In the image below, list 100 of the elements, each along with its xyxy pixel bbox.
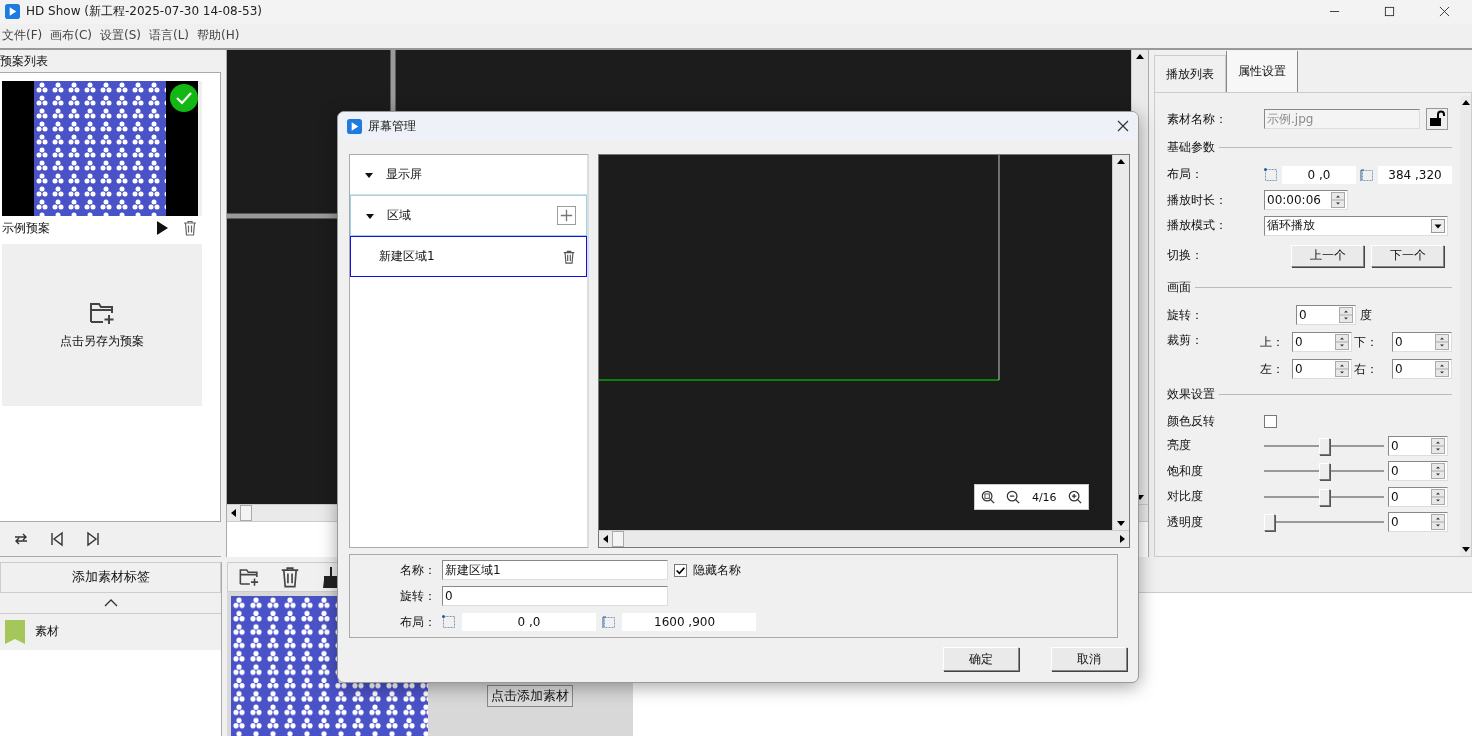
tag-label: 素材 xyxy=(35,623,59,641)
spin-arrows-icon[interactable] xyxy=(1435,361,1449,378)
position-field[interactable]: 0 ,0 xyxy=(1282,165,1356,184)
field-label: 旋转： xyxy=(1167,306,1204,324)
field-label: 素材名称： xyxy=(1167,110,1228,128)
field-label: 切换： xyxy=(1167,247,1204,265)
dialog-title: 屏幕管理 xyxy=(368,117,416,135)
spin-arrows-icon[interactable] xyxy=(1431,488,1445,505)
field-label: 播放时长： xyxy=(1167,191,1228,209)
repeat-icon[interactable] xyxy=(13,531,29,547)
checkbox-label: 隐藏名称 xyxy=(693,561,741,579)
field-label: 饱和度 xyxy=(1167,462,1204,480)
menu-item[interactable]: 语言(L) xyxy=(149,27,190,45)
dialog-button[interactable]: 确定 xyxy=(943,647,1019,671)
chevron-up-icon[interactable] xyxy=(103,599,118,607)
tree-item[interactable]: 显示屏 xyxy=(350,155,587,195)
padlock-icon[interactable] xyxy=(1426,108,1448,131)
spin-arrows-icon[interactable] xyxy=(1335,334,1349,351)
position-field[interactable]: 0 ,0 xyxy=(462,613,596,631)
crop-spinbox[interactable]: 0 xyxy=(1392,359,1452,380)
field-label: 颜色反转 xyxy=(1167,412,1216,430)
field-label: 布局： xyxy=(1167,166,1204,184)
field-label: 透明度 xyxy=(1167,513,1204,531)
add-material-button[interactable]: 点击添加素材 xyxy=(487,685,573,707)
trash-icon[interactable] xyxy=(182,220,198,237)
size-field[interactable]: 1600 ,900 xyxy=(622,613,756,631)
scrollbar[interactable] xyxy=(1460,95,1471,556)
menu-item[interactable]: 文件(F) xyxy=(2,27,43,45)
field-label: 裁剪： xyxy=(1167,332,1204,350)
value-spinbox[interactable]: 0 xyxy=(1388,461,1448,482)
tab[interactable]: 属性设置 xyxy=(1226,50,1298,92)
zoom-fit-icon[interactable] xyxy=(980,490,995,504)
switch-button[interactable]: 上一个 xyxy=(1291,244,1364,267)
trash-icon[interactable] xyxy=(562,249,576,264)
play-icon[interactable] xyxy=(154,220,170,237)
crop-spinbox[interactable]: 0 xyxy=(1292,332,1352,353)
value-spinbox[interactable]: 0 xyxy=(1388,512,1448,533)
field-label: 旋转： xyxy=(399,587,436,605)
spin-arrows-icon[interactable] xyxy=(1335,361,1349,378)
zoom-out-icon[interactable] xyxy=(1006,490,1021,504)
slider-thumb[interactable] xyxy=(1319,437,1330,455)
duration-spinbox[interactable]: 00:00:06 xyxy=(1264,190,1348,211)
slider-thumb[interactable] xyxy=(1264,514,1275,532)
invert-checkbox[interactable] xyxy=(1264,414,1277,428)
menu-item[interactable]: 画布(C) xyxy=(50,27,92,45)
app-icon xyxy=(5,4,20,20)
scrollbar[interactable] xyxy=(1112,155,1129,530)
field-label: 名称： xyxy=(399,561,436,579)
skip-forward-icon[interactable] xyxy=(85,531,101,547)
tag-item[interactable]: 素材 xyxy=(0,614,221,650)
position-icon xyxy=(1264,167,1278,182)
section-title: 效果设置 xyxy=(1167,385,1215,403)
zoom-in-icon[interactable] xyxy=(1068,490,1083,504)
add-tag-button[interactable]: 添加素材标签 xyxy=(0,562,221,593)
name-field[interactable]: 新建区域1 xyxy=(442,560,668,580)
scrollbar[interactable] xyxy=(599,530,1129,547)
section-title: 基础参数 xyxy=(1167,138,1215,156)
side-label: 下： xyxy=(1354,333,1379,351)
tab[interactable]: 播放列表 xyxy=(1154,54,1226,92)
slider-thumb[interactable] xyxy=(1319,463,1330,481)
panel-title: 预案列表 xyxy=(0,52,49,70)
tree-item[interactable]: 区域 xyxy=(350,195,587,236)
folder-plus-icon[interactable] xyxy=(238,566,260,588)
maximize-icon[interactable] xyxy=(1384,6,1395,18)
close-icon[interactable] xyxy=(1439,6,1450,18)
menu-item[interactable]: 设置(S) xyxy=(100,27,141,45)
value-spinbox[interactable]: 0 xyxy=(1388,486,1448,507)
play-mode-dropdown[interactable]: 循环播放 xyxy=(1264,215,1448,236)
spin-arrows-icon[interactable] xyxy=(1431,437,1445,454)
side-label: 上： xyxy=(1260,333,1285,351)
size-field[interactable]: 384 ,320 xyxy=(1378,165,1452,184)
dropdown-caret-icon xyxy=(1431,218,1445,233)
rotation-field[interactable]: 0 xyxy=(442,586,668,606)
check-badge-icon xyxy=(170,83,198,112)
slider-thumb[interactable] xyxy=(1319,488,1330,506)
add-icon[interactable] xyxy=(557,206,576,225)
spin-arrows-icon[interactable] xyxy=(1431,514,1445,531)
close-icon[interactable] xyxy=(1117,120,1129,132)
crop-spinbox[interactable]: 0 xyxy=(1392,332,1452,353)
value-spinbox[interactable]: 0 xyxy=(1388,435,1448,456)
section-title: 画面 xyxy=(1167,279,1191,297)
spin-arrows-icon[interactable] xyxy=(1431,463,1445,480)
trash-icon[interactable] xyxy=(279,566,301,588)
spin-arrows-icon[interactable] xyxy=(1435,334,1449,351)
crop-spinbox[interactable]: 0 xyxy=(1292,359,1352,380)
rotation-spinbox[interactable]: 0 xyxy=(1296,305,1356,326)
skip-back-icon[interactable] xyxy=(49,531,65,547)
spin-arrows-icon[interactable] xyxy=(1331,192,1345,209)
bookmark-icon xyxy=(5,620,25,644)
tree-item[interactable]: 新建区域1 xyxy=(350,236,587,277)
preset-card[interactable]: 示例预案 xyxy=(2,80,202,241)
side-label: 左： xyxy=(1260,360,1285,378)
size-icon xyxy=(602,615,616,629)
spin-arrows-icon[interactable] xyxy=(1339,307,1353,324)
zoom-level: 4/16 xyxy=(1031,490,1057,504)
dialog-button[interactable]: 取消 xyxy=(1051,647,1127,671)
hide-name-checkbox[interactable] xyxy=(674,563,687,577)
menu-item[interactable]: 帮助(H) xyxy=(197,27,240,45)
switch-button[interactable]: 下一个 xyxy=(1371,244,1444,267)
save-preset-card[interactable]: 点击另存为预案 xyxy=(2,243,202,406)
